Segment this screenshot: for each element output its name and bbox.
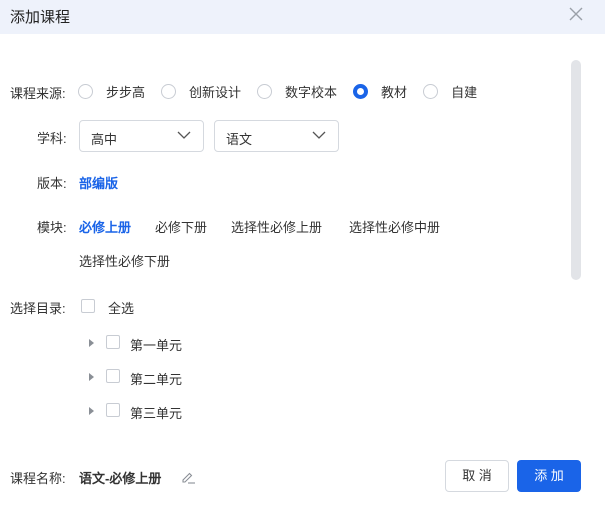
edit-icon[interactable] xyxy=(180,470,196,484)
unit-checkbox[interactable] xyxy=(106,335,120,349)
add-button[interactable]: 添 加 xyxy=(517,460,581,492)
radio-circle-checked xyxy=(353,83,369,99)
subject-select[interactable]: 语文 xyxy=(214,120,339,152)
radio-shuzi[interactable]: 数字校本 xyxy=(257,82,337,101)
stage-select[interactable]: 高中 xyxy=(79,120,204,152)
radio-circle xyxy=(257,83,273,99)
dialog-header: 添加课程 xyxy=(0,0,605,34)
select-all-label: 全选 xyxy=(108,301,135,316)
dialog-title: 添加课程 xyxy=(10,9,71,26)
radio-jiaocai[interactable]: 教材 xyxy=(353,82,407,101)
unit-label: 第一单元 xyxy=(130,338,183,353)
module-tab-xuanze-zhong[interactable]: 选择性必修中册 xyxy=(349,217,440,236)
subject-label: 学科: xyxy=(37,131,67,146)
module-label: 模块: xyxy=(37,220,67,235)
radio-circle xyxy=(423,83,439,99)
radio-circle xyxy=(78,83,93,99)
scrollbar[interactable] xyxy=(571,60,581,280)
scrollbar-thumb[interactable] xyxy=(571,60,581,280)
subject-select-value: 语文 xyxy=(226,132,253,147)
edition-label: 版本: xyxy=(37,176,67,191)
caret-right-icon[interactable] xyxy=(89,407,94,415)
radio-chuangxin[interactable]: 创新设计 xyxy=(161,82,241,101)
course-name-label: 课程名称: xyxy=(10,471,66,486)
cancel-button[interactable]: 取 消 xyxy=(445,460,509,492)
radio-circle xyxy=(161,83,177,99)
radio-label: 步步高 xyxy=(106,84,146,100)
module-tab-xuanze-xia[interactable]: 选择性必修下册 xyxy=(79,251,170,270)
caret-right-icon[interactable] xyxy=(89,339,94,347)
source-radio-group: 步步高 创新设计 数字校本 教材 自建 xyxy=(78,81,493,101)
catalog-label: 选择目录: xyxy=(10,301,66,316)
unit-label: 第三单元 xyxy=(130,406,183,421)
course-name-value: 语文-必修上册 xyxy=(79,471,162,486)
radio-label: 自建 xyxy=(451,84,478,100)
module-tab-bixiu-shang[interactable]: 必修上册 xyxy=(79,217,131,236)
chevron-down-icon xyxy=(177,131,191,139)
unit-checkbox[interactable] xyxy=(106,369,120,383)
source-label: 课程来源: xyxy=(10,86,66,101)
edition-value[interactable]: 部编版 xyxy=(79,173,118,192)
module-tab-bixiu-xia[interactable]: 必修下册 xyxy=(155,217,207,236)
radio-bubugao[interactable]: 步步高 xyxy=(78,82,145,101)
radio-zijian[interactable]: 自建 xyxy=(423,82,477,101)
unit-label: 第二单元 xyxy=(130,372,183,387)
unit-checkbox[interactable] xyxy=(106,403,120,417)
caret-right-icon[interactable] xyxy=(89,373,94,381)
select-all-checkbox[interactable] xyxy=(81,299,95,313)
module-tab-xuanze-shang[interactable]: 选择性必修上册 xyxy=(231,217,322,236)
radio-label: 教材 xyxy=(381,84,408,100)
close-icon[interactable] xyxy=(566,4,586,24)
radio-label: 数字校本 xyxy=(285,84,338,100)
radio-label: 创新设计 xyxy=(189,84,242,100)
stage-select-value: 高中 xyxy=(91,132,118,147)
chevron-down-icon xyxy=(312,131,326,139)
